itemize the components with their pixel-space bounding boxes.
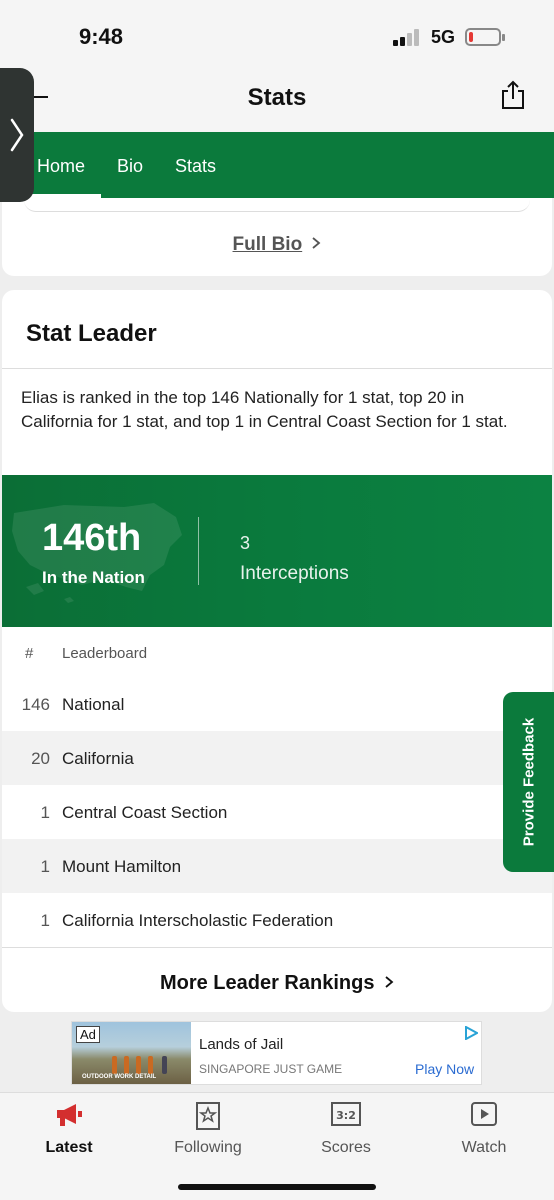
chevron-right-icon <box>10 118 24 152</box>
stat-leader-card: Stat Leader Elias is ranked in the top 1… <box>2 290 552 1012</box>
full-bio-label: Full Bio <box>232 234 303 255</box>
nav-watch[interactable]: Watch <box>424 1101 544 1157</box>
ad-subtitle: SINGAPORE JUST GAME <box>199 1062 343 1076</box>
national-rank-label: In the Nation <box>42 568 145 587</box>
provide-feedback-label: Provide Feedback <box>520 717 537 847</box>
row-rank: 1 <box>40 911 50 930</box>
page-title: Stats <box>247 84 307 111</box>
app-header: Stats <box>0 72 554 132</box>
nav-label: Scores <box>321 1139 371 1156</box>
row-rank: 1 <box>40 803 50 822</box>
star-bookmark-icon <box>196 1102 220 1130</box>
tab-stats[interactable]: Stats <box>175 156 216 177</box>
row-rank: 1 <box>40 857 50 876</box>
bio-card: Full Bio <box>2 198 552 276</box>
signal-icon <box>393 28 423 46</box>
svg-text:3:2: 3:2 <box>336 1109 356 1122</box>
ad-title: Lands of Jail <box>199 1036 284 1053</box>
nav-label: Following <box>174 1139 242 1156</box>
status-bar: 9:48 5G <box>0 0 554 72</box>
row-name: Central Coast Section <box>62 803 228 822</box>
chevron-right-icon <box>385 976 394 988</box>
row-name: Mount Hamilton <box>62 857 182 876</box>
stat-name: Interceptions <box>240 563 349 584</box>
divider <box>2 368 552 369</box>
tab-bio[interactable]: Bio <box>117 156 143 177</box>
nav-label: Latest <box>45 1139 93 1156</box>
tab-home[interactable]: Home <box>37 156 85 177</box>
row-rank: 20 <box>31 749 50 768</box>
megaphone-icon <box>57 1104 82 1126</box>
profile-tabs: Home Bio Stats <box>0 132 554 198</box>
more-leader-rankings-label: More Leader Rankings <box>159 972 375 994</box>
leaderboard-row[interactable]: 1 California Interscholastic Federation <box>2 893 552 947</box>
ad-play-now-button[interactable]: Play Now <box>415 1061 474 1077</box>
ad-badge: Ad <box>76 1026 100 1043</box>
leaderboard-row[interactable]: 20 California <box>2 731 552 785</box>
scoreboard-icon: 3:2 <box>331 1102 361 1126</box>
card-divider <box>24 198 530 212</box>
stat-leader-description: Elias is ranked in the top 146 Nationall… <box>21 388 508 431</box>
leaderboard-row[interactable]: 146 National <box>2 677 552 731</box>
rank-banner: 146th In the Nation 3 Interceptions <box>2 475 552 627</box>
ad-banner[interactable]: OUTDOOR WORK DETAIL Ad Lands of Jail SIN… <box>71 1021 482 1085</box>
nav-latest[interactable]: Latest <box>9 1101 129 1157</box>
side-panel-handle[interactable] <box>0 68 34 202</box>
adchoices-icon[interactable] <box>464 1026 478 1040</box>
status-time: 9:48 <box>79 24 124 49</box>
row-name: California <box>62 749 134 768</box>
nav-label: Watch <box>461 1139 507 1156</box>
leaderboard-row[interactable]: 1 Mount Hamilton <box>2 839 552 893</box>
network-type: 5G <box>431 27 456 47</box>
battery-icon <box>465 28 505 46</box>
row-rank: 146 <box>21 695 50 714</box>
ad-image-caption: OUTDOOR WORK DETAIL <box>82 1074 157 1080</box>
share-icon[interactable] <box>500 80 526 110</box>
leaderboard-header: # Leaderboard <box>2 627 552 677</box>
column-header-leaderboard: Leaderboard <box>62 645 148 662</box>
row-name: California Interscholastic Federation <box>62 911 334 930</box>
section-title: Stat Leader <box>26 320 157 347</box>
national-rank: 146th <box>42 517 142 559</box>
banner-divider <box>198 517 199 585</box>
leaderboard-row[interactable]: 1 Central Coast Section <box>2 785 552 839</box>
chevron-right-icon <box>312 237 321 249</box>
nav-scores[interactable]: 3:2 Scores <box>286 1101 406 1157</box>
divider <box>2 947 552 948</box>
row-name: National <box>62 695 125 714</box>
nav-following[interactable]: Following <box>148 1101 268 1157</box>
more-leader-rankings-link[interactable]: More Leader Rankings <box>2 972 552 995</box>
play-icon <box>471 1102 497 1126</box>
home-indicator <box>178 1184 376 1190</box>
column-header-rank: # <box>25 645 34 662</box>
full-bio-link[interactable]: Full Bio <box>2 234 552 256</box>
provide-feedback-button[interactable]: Provide Feedback <box>503 692 554 872</box>
stat-value: 3 <box>240 533 251 553</box>
